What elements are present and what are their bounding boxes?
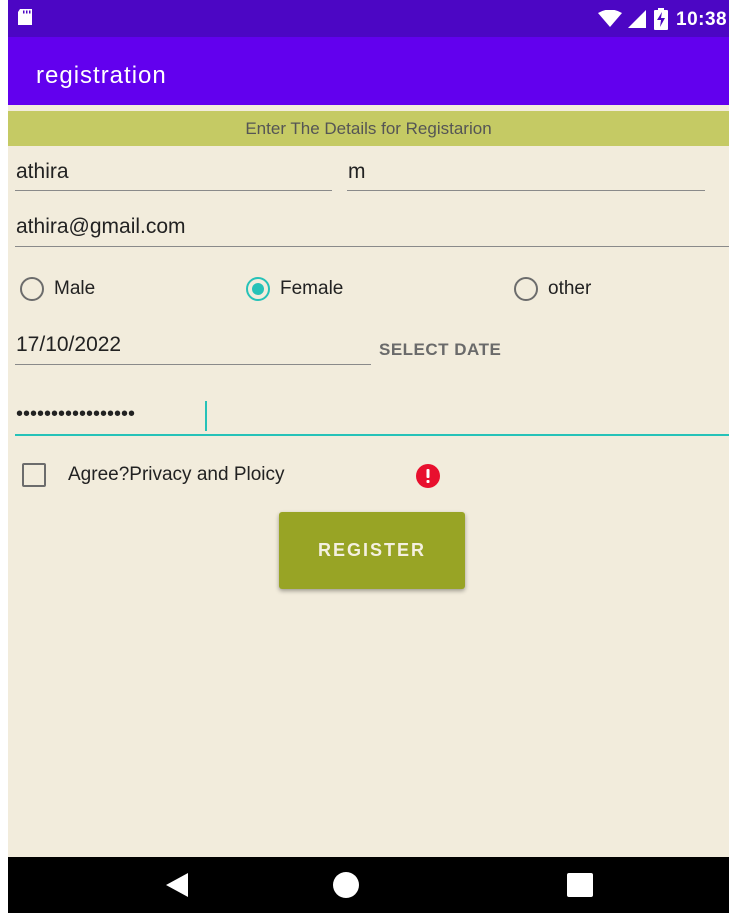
radio-unselected-icon xyxy=(20,277,44,301)
status-bar: 10:38 xyxy=(8,0,729,37)
app-bar: registration xyxy=(8,37,729,105)
last-name-value: m xyxy=(348,160,366,183)
gender-label-other: other xyxy=(548,278,592,299)
password-value: ••••••••••••••••• xyxy=(16,403,136,425)
recents-icon[interactable] xyxy=(567,873,593,897)
gender-label-female: Female xyxy=(280,278,344,299)
agree-label: Agree?Privacy and Ploicy xyxy=(68,464,285,485)
email-field[interactable]: athira@gmail.com xyxy=(15,213,729,247)
email-value: athira@gmail.com xyxy=(16,215,186,238)
instructions-banner: Enter The Details for Registarion xyxy=(8,111,729,146)
signal-icon xyxy=(628,10,646,28)
date-field[interactable]: 17/10/2022 xyxy=(15,331,371,365)
gender-radio-female[interactable]: Female xyxy=(246,277,343,301)
wifi-icon xyxy=(598,10,622,27)
text-cursor xyxy=(205,401,207,431)
app-title: registration xyxy=(36,62,167,89)
radio-selected-icon xyxy=(246,277,270,301)
gender-radio-other[interactable]: other xyxy=(514,277,591,301)
sd-card-icon xyxy=(18,9,32,25)
home-icon[interactable] xyxy=(332,871,360,899)
phone-screen: 10:38 registration Enter The Details for… xyxy=(8,0,729,913)
select-date-button[interactable]: SELECT DATE xyxy=(379,340,501,360)
first-name-value: athira xyxy=(16,160,69,183)
register-button[interactable]: REGISTER xyxy=(279,512,465,589)
navigation-bar xyxy=(8,857,729,913)
radio-unselected-icon xyxy=(514,277,538,301)
agree-checkbox-row[interactable]: Agree?Privacy and Ploicy xyxy=(22,463,285,487)
password-field[interactable]: ••••••••••••••••• xyxy=(15,397,729,436)
error-icon xyxy=(416,464,440,488)
gender-label-male: Male xyxy=(54,278,96,299)
battery-charging-icon xyxy=(654,8,668,30)
gender-radio-male[interactable]: Male xyxy=(20,277,95,301)
date-value: 17/10/2022 xyxy=(16,333,122,356)
back-icon[interactable] xyxy=(166,873,188,897)
first-name-field[interactable]: athira xyxy=(15,158,332,191)
agree-checkbox[interactable] xyxy=(22,463,46,487)
status-clock: 10:38 xyxy=(676,9,728,30)
last-name-field[interactable]: m xyxy=(347,158,705,191)
